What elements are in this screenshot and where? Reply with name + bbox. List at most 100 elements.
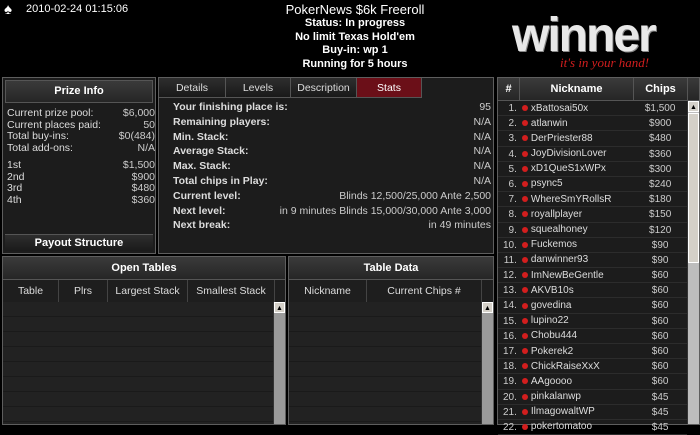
- player-nick-cell: lupino22: [520, 314, 633, 328]
- player-row[interactable]: 16. Chobu444 $60: [498, 329, 687, 344]
- table-data-list[interactable]: [289, 302, 482, 424]
- tournament-game: No limit Texas Hold'em: [295, 30, 415, 43]
- player-chips: $120: [649, 224, 672, 236]
- player-row[interactable]: 12. ImNewBeGentle $60: [498, 268, 687, 284]
- prize-row: Current prize pool: $6,000: [7, 107, 155, 120]
- tab-details[interactable]: Details: [159, 78, 226, 98]
- col-rank[interactable]: #: [498, 78, 520, 100]
- tab-stats[interactable]: Stats: [357, 78, 422, 98]
- col-plrs[interactable]: Plrs: [59, 280, 108, 302]
- player-rank: 13.: [502, 285, 517, 297]
- player-row[interactable]: 18. ChickRaiseXxX $60: [498, 359, 687, 375]
- stat-key: Max. Stack:: [173, 160, 231, 173]
- open-tables-scrollbar[interactable]: ▲: [273, 302, 285, 424]
- player-rank: 8.: [508, 209, 517, 221]
- player-rank: 4.: [508, 148, 517, 160]
- player-chips: $1,500: [644, 103, 676, 114]
- stat-key: Remaining players:: [173, 115, 270, 128]
- prize-info-rows: Current prize pool: $6,000 Current places…: [7, 107, 155, 206]
- player-nick-cell: Pokerek2: [520, 344, 633, 358]
- player-row[interactable]: 20. pinkalanwp $45: [498, 390, 687, 405]
- player-rank: 2.: [508, 118, 517, 130]
- col-largest-stack[interactable]: Largest Stack: [108, 280, 188, 302]
- player-nickname: atlanwin: [530, 117, 568, 129]
- player-nick-cell: JoyDivisionLover: [520, 147, 633, 161]
- col-table[interactable]: Table: [3, 280, 59, 302]
- player-row[interactable]: 11. danwinner93 $90: [498, 253, 687, 269]
- col-player-nickname[interactable]: Nickname: [520, 78, 634, 100]
- tournament-running: Running for 5 hours: [302, 57, 408, 70]
- player-row[interactable]: 14. govedina $60: [498, 298, 687, 314]
- stats-panel: Details Levels Description Stats Your fi…: [158, 77, 494, 254]
- player-rank: 21.: [502, 406, 517, 418]
- prize-key: Total add-ons:: [7, 141, 73, 154]
- player-row[interactable]: 3. DerPriester88 $480: [498, 131, 687, 147]
- col-smallest-stack[interactable]: Smallest Stack: [188, 280, 275, 302]
- player-flag-icon: [521, 105, 528, 112]
- player-row[interactable]: 10. Fuckemos $90: [498, 238, 687, 253]
- scroll-up-icon[interactable]: ▲: [688, 101, 699, 112]
- player-flag-icon: [521, 302, 528, 309]
- stat-value: N/A: [473, 130, 491, 143]
- col-nickname[interactable]: Nickname: [289, 280, 367, 302]
- player-nick-cell: squealhoney: [520, 223, 633, 237]
- player-nickname: JoyDivisionLover: [530, 148, 607, 160]
- player-row[interactable]: 13. AKVB10s $60: [498, 283, 687, 299]
- place-value: $1,500: [122, 159, 155, 171]
- player-row[interactable]: 21. IlmagowaltWP $45: [498, 405, 687, 420]
- player-chips: $45: [651, 391, 669, 403]
- winner-logo: winner it's in your hand!: [512, 12, 682, 72]
- player-nickname: ImNewBeGentle: [530, 269, 604, 281]
- scroll-thumb[interactable]: [688, 113, 699, 263]
- player-rank: 9.: [508, 224, 517, 236]
- datetime: 2010-02-24 01:15:06: [26, 3, 129, 15]
- player-chips: $60: [651, 285, 669, 297]
- tab-levels[interactable]: Levels: [226, 78, 291, 98]
- stat-value: in 49 minutes: [428, 219, 491, 232]
- col-chips[interactable]: Chips: [634, 78, 688, 100]
- tournament-title: PokerNews $6k Freeroll: [285, 2, 425, 17]
- player-row[interactable]: 19. AAgoooo $60: [498, 374, 687, 390]
- player-rank: 18.: [502, 361, 517, 373]
- player-nick-cell: IlmagowaltWP: [520, 405, 633, 419]
- place-value: $480: [131, 182, 155, 194]
- prize-row: Total add-ons: N/A: [7, 141, 155, 155]
- stat-row: Next level: in 9 minutes Blinds 15,000/30…: [173, 204, 491, 219]
- prize-info-panel: Prize Info Current prize pool: $6,000 Cur…: [2, 77, 156, 254]
- player-row[interactable]: 6. psync5 $240: [498, 177, 687, 193]
- player-rank: 14.: [502, 300, 517, 312]
- stat-key: Next break:: [173, 219, 231, 232]
- player-nick-cell: AKVB10s: [520, 283, 633, 297]
- player-row[interactable]: 4. JoyDivisionLover $360: [498, 147, 687, 162]
- player-row[interactable]: 15. lupino22 $60: [498, 314, 687, 329]
- stat-key: Min. Stack:: [173, 130, 229, 143]
- tournament-status: Status: In progress: [304, 17, 406, 29]
- scroll-up-icon[interactable]: ▲: [482, 302, 493, 313]
- player-row[interactable]: 17. Pokerek2 $60: [498, 344, 687, 360]
- player-rank: 7.: [508, 194, 517, 206]
- players-scrollbar[interactable]: ▲: [687, 101, 699, 424]
- table-data-header: Nickname Current Chips #: [289, 280, 493, 303]
- player-row[interactable]: 9. squealhoney $120: [498, 223, 687, 238]
- player-flag-icon: [521, 135, 528, 142]
- open-tables-list[interactable]: [3, 302, 274, 424]
- player-row[interactable]: 22. pokertomatoo $45: [498, 420, 687, 435]
- payout-structure-button[interactable]: Payout Structure: [5, 234, 153, 251]
- tab-description[interactable]: Description: [291, 78, 357, 98]
- player-row[interactable]: 7. WhereSmYRollsR $180: [498, 192, 687, 208]
- player-nick-cell: govedina: [520, 298, 633, 312]
- player-row[interactable]: 2. atlanwin $900: [498, 116, 687, 132]
- player-row[interactable]: 5. xD1QueS1xWPx $300: [498, 162, 687, 177]
- col-current-chips[interactable]: Current Chips #: [367, 280, 482, 302]
- player-row[interactable]: 8. royallplayer $150: [498, 207, 687, 223]
- player-chips: $360: [649, 148, 672, 160]
- player-rank: 19.: [502, 376, 517, 388]
- stat-value: 95: [479, 101, 491, 113]
- player-nick-cell: Fuckemos: [520, 238, 633, 252]
- player-row[interactable]: 1. xBattosai50x $1,500: [498, 101, 687, 117]
- stat-key: Current level:: [173, 189, 241, 202]
- stat-row: Total chips in Play: N/A: [173, 174, 491, 189]
- scroll-up-icon[interactable]: ▲: [274, 302, 285, 313]
- stat-value: N/A: [473, 115, 491, 128]
- table-data-scrollbar[interactable]: ▲: [481, 302, 493, 424]
